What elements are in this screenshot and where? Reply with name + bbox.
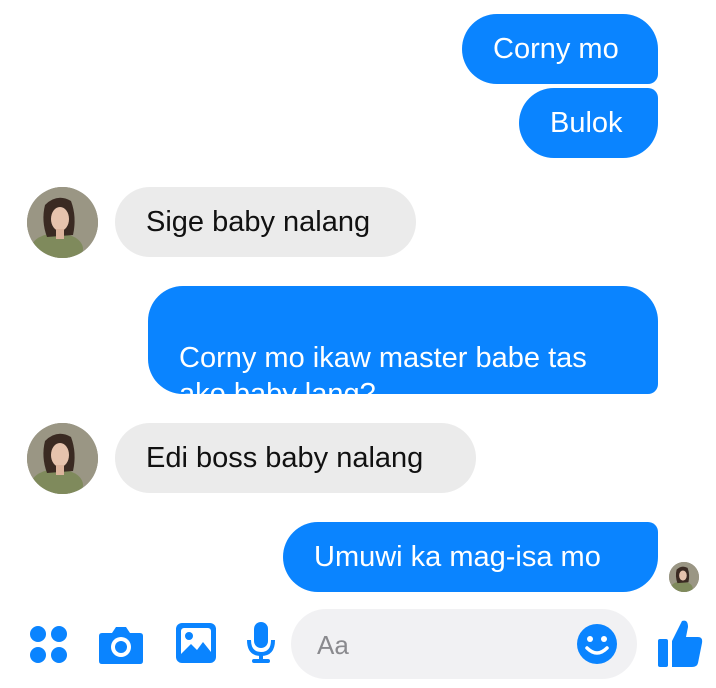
like-thumbs-up-icon[interactable]	[656, 617, 704, 669]
message-bubble-received[interactable]: Sige baby nalang	[115, 187, 416, 257]
gallery-icon[interactable]	[175, 622, 217, 664]
message-bubble-sent[interactable]: Corny mo ikaw master babe tas ako baby l…	[148, 286, 658, 410]
message-composer[interactable]	[291, 609, 637, 679]
contact-avatar[interactable]	[27, 423, 98, 494]
message-input[interactable]	[315, 625, 569, 665]
message-text: Corny mo ikaw master babe tas ako baby l…	[179, 342, 587, 410]
message-bubble-sent[interactable]: Umuwi ka mag-isa mo	[283, 522, 658, 592]
emoji-icon[interactable]	[576, 623, 618, 665]
camera-icon[interactable]	[98, 623, 144, 665]
apps-icon[interactable]	[28, 624, 70, 666]
microphone-icon[interactable]	[246, 620, 276, 666]
seen-avatar	[669, 562, 699, 592]
message-bubble-sent[interactable]: Bulok	[519, 88, 658, 158]
message-text: Bulok	[550, 107, 623, 139]
message-bubble-received[interactable]: Edi boss baby nalang	[115, 423, 476, 493]
message-text: Corny mo	[493, 33, 619, 65]
message-text: Edi boss baby nalang	[146, 442, 424, 474]
message-text: Umuwi ka mag-isa mo	[314, 541, 601, 573]
message-text: Sige baby nalang	[146, 206, 371, 238]
contact-avatar[interactable]	[27, 187, 98, 258]
message-bubble-sent[interactable]: Corny mo	[462, 14, 658, 84]
